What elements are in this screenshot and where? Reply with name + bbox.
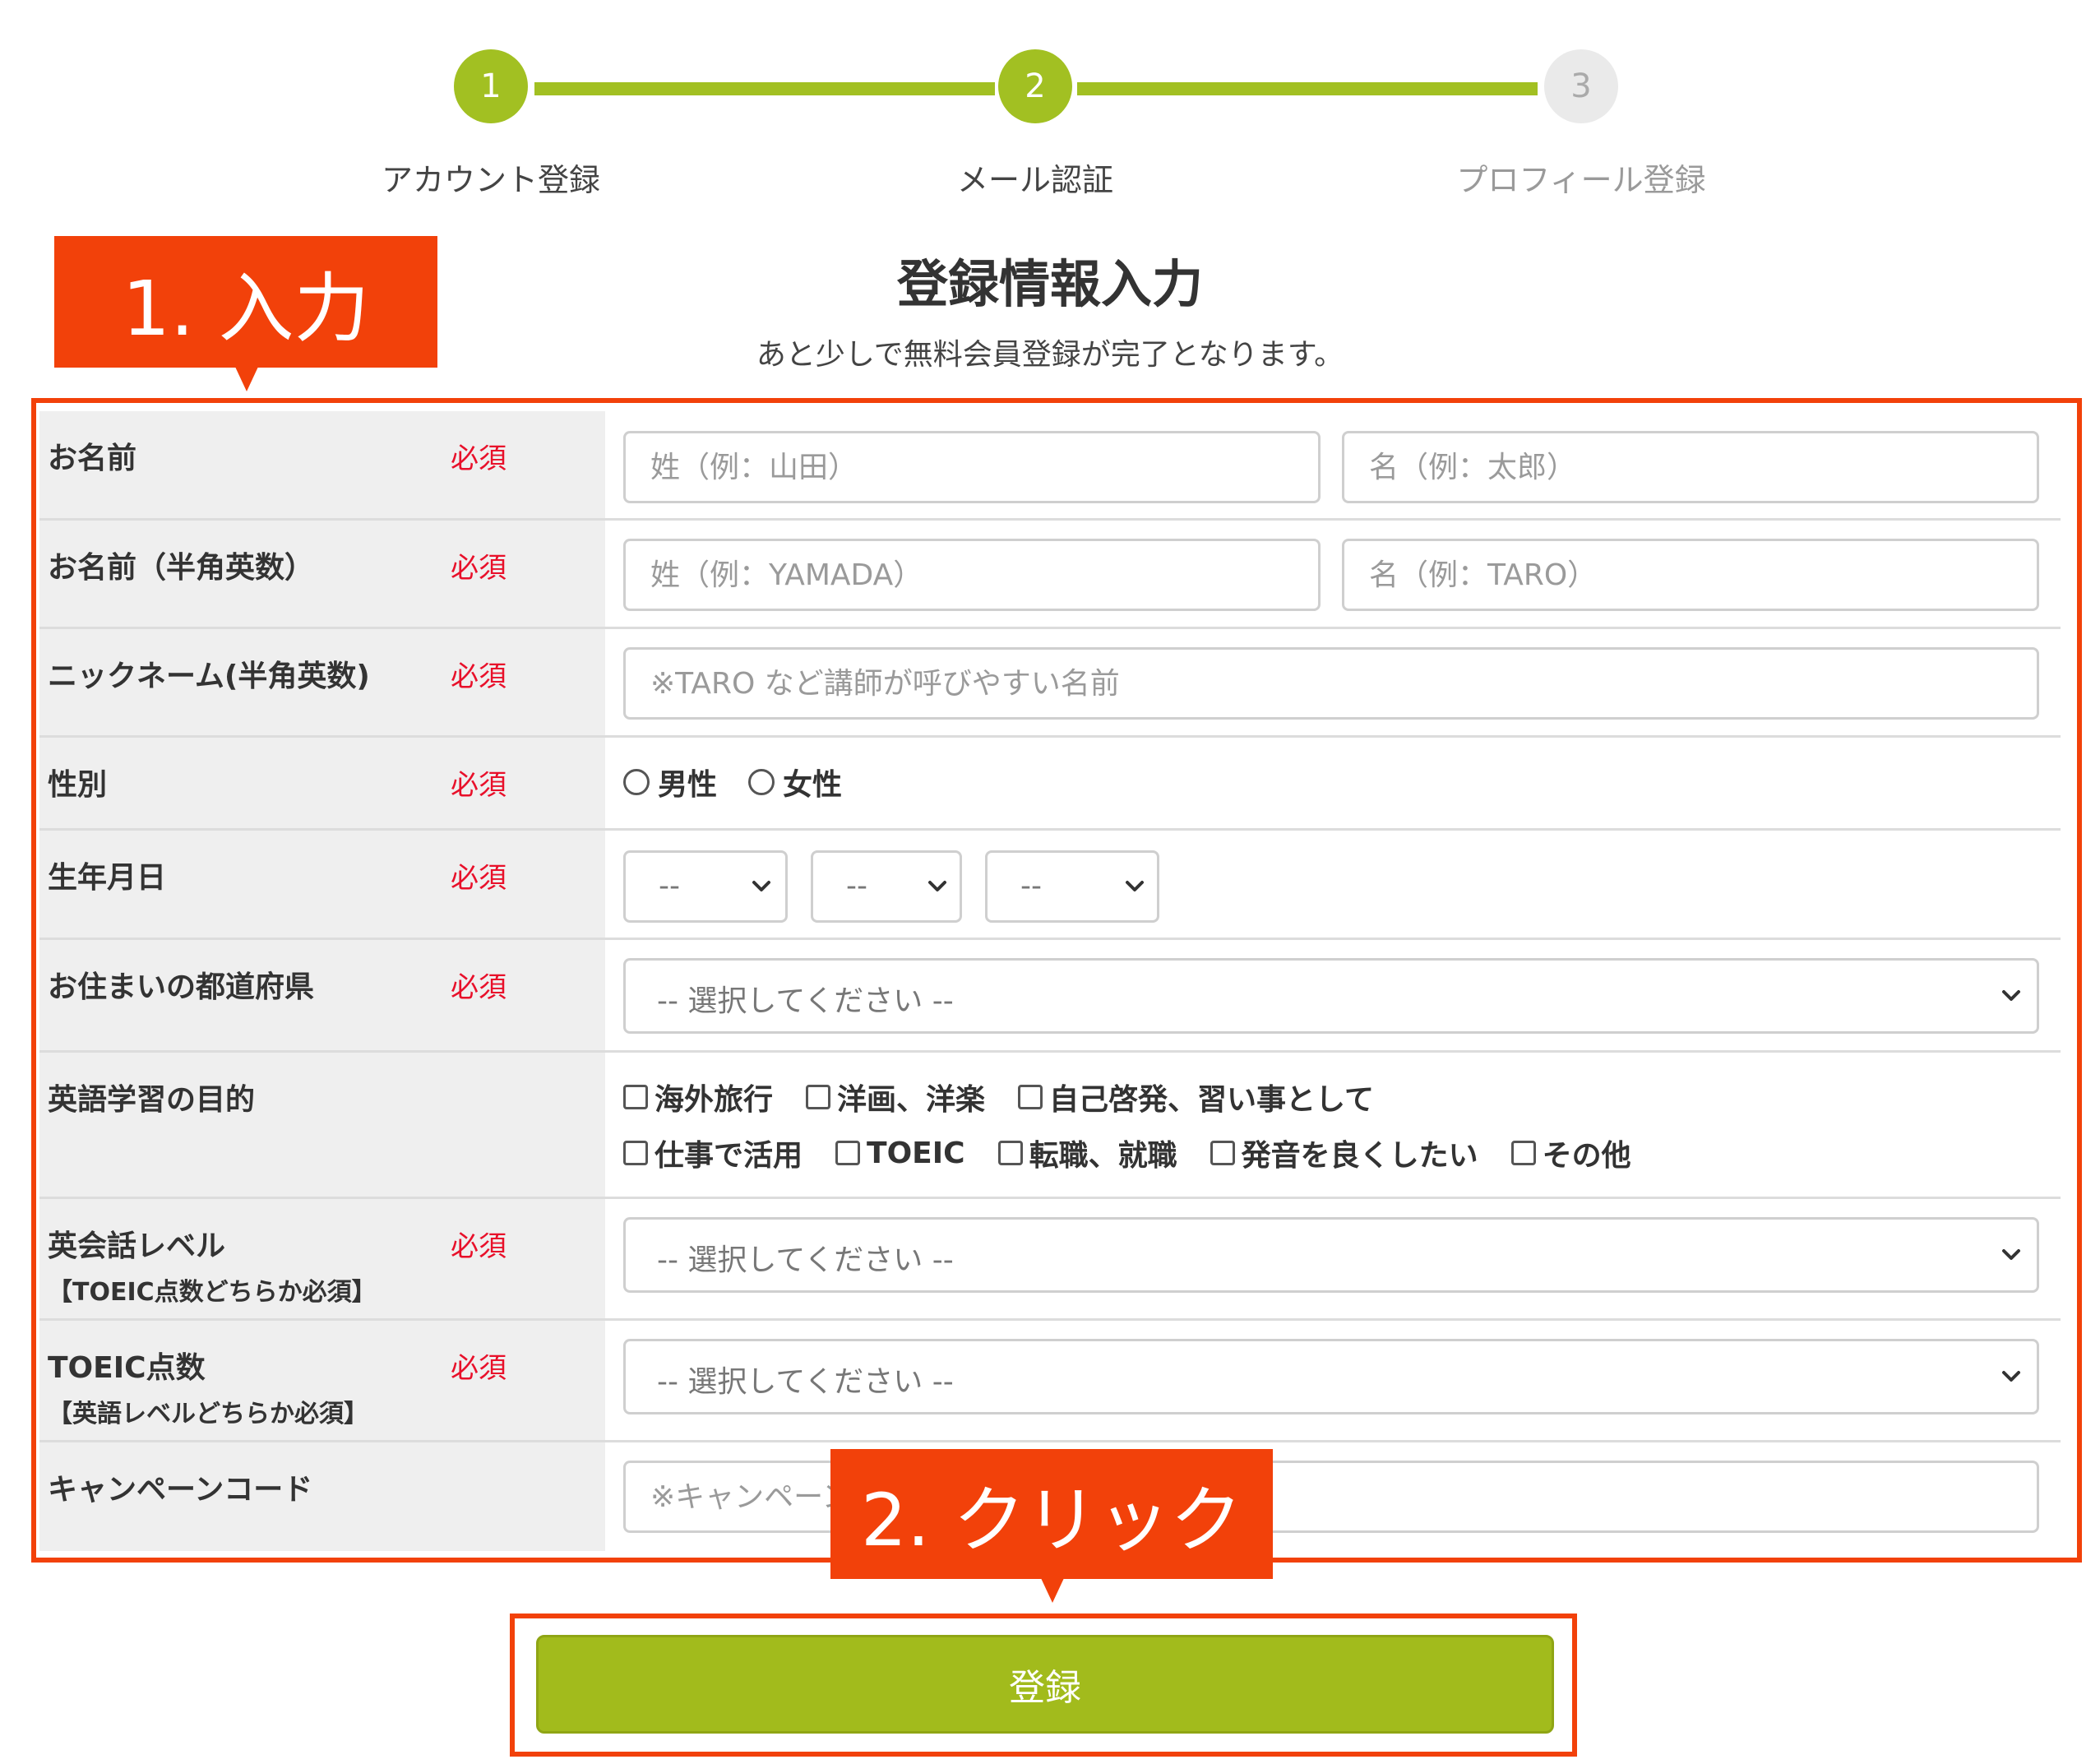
step-connector-1-2 [534,82,995,95]
register-button[interactable]: 登録 [536,1635,1554,1734]
step-1-label: アカウント登録 [381,162,600,198]
step-2-circle: 2 [998,49,1072,123]
step1-callout-tail [235,367,258,391]
step-3-circle: 3 [1544,49,1618,123]
step2-callout: 2. クリック [830,1449,1273,1579]
step1-callout: 1. 入力 [54,236,437,368]
registration-page: 1 2 3 アカウント登録 メール認証 プロフィール登録 登録情報入力 あと少し… [0,0,2100,1764]
step-2-label: メール認証 [956,162,1113,198]
step2-callout-tail [1041,1578,1064,1603]
form-highlight-frame [31,398,2082,1563]
step-3-label: プロフィール登録 [1456,162,1706,198]
step-connector-2-3 [1077,82,1538,95]
step-1-circle: 1 [454,49,528,123]
